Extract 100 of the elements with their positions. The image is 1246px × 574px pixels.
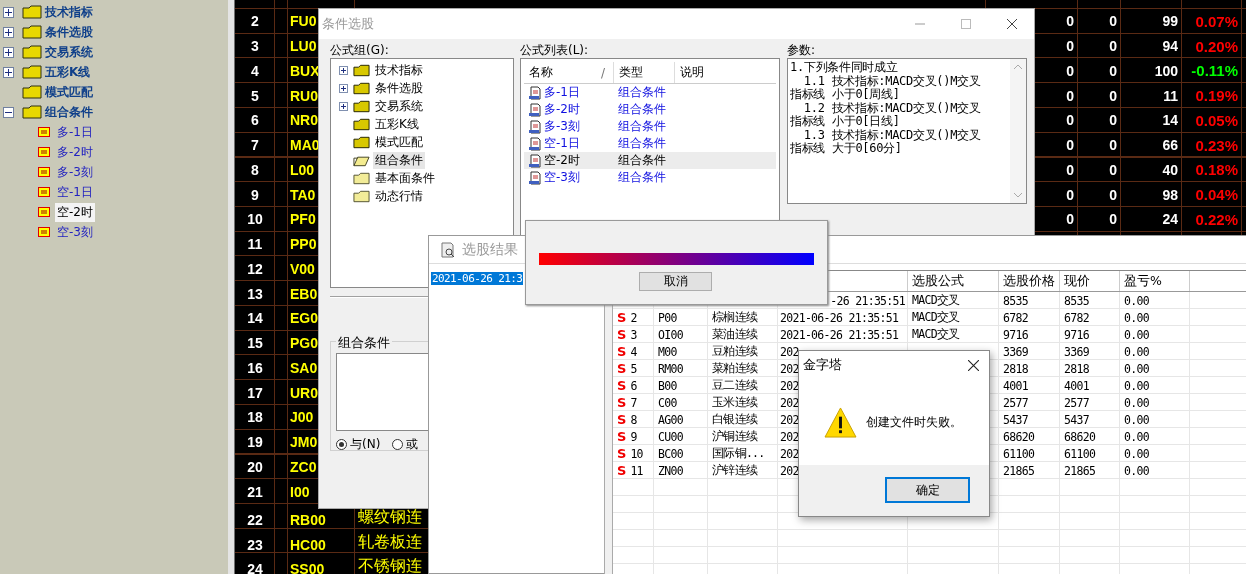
column-header[interactable]: 说明 [675, 62, 776, 83]
table-cell: 0 [1109, 211, 1117, 228]
tree-item[interactable]: 交易系统 [373, 97, 425, 115]
column-header[interactable]: 现价 [1064, 272, 1090, 290]
formula-icon [38, 207, 50, 217]
expand-icon[interactable] [3, 66, 14, 78]
table-cell: 0 [1066, 87, 1074, 104]
row-number: 13 [246, 284, 264, 304]
close-icon[interactable] [968, 360, 979, 371]
table-cell: 0 [1109, 186, 1117, 203]
list-row[interactable]: 空-3刻 组合条件 [524, 169, 776, 186]
expand-icon[interactable] [339, 83, 348, 93]
cancel-button[interactable]: 取消 [639, 272, 712, 291]
row-number: 18 [246, 408, 264, 428]
window-title: 金字塔 [803, 357, 842, 374]
collapse-icon[interactable] [3, 106, 14, 118]
signal-mark: S [617, 310, 627, 325]
column-header[interactable]: 选股公式 [912, 272, 964, 290]
column-header[interactable]: 名称 / [524, 62, 614, 83]
tree-item[interactable]: 多-2时 [55, 142, 95, 162]
tree-item[interactable]: 技术指标 [45, 3, 93, 21]
tree-item[interactable]: 空-1日 [55, 182, 95, 202]
row-number: 4 [250, 61, 260, 81]
radio-button[interactable]: 与(N) [336, 436, 381, 453]
expand-icon[interactable] [3, 26, 14, 38]
row-number: 2 [250, 12, 260, 32]
expand-icon[interactable] [339, 101, 348, 111]
tree-item[interactable]: 技术指标 [373, 61, 425, 79]
table-cell: 0.00 [1124, 327, 1149, 342]
table-cell: 61100 [1003, 446, 1035, 461]
table-cell: OI00 [658, 327, 683, 342]
tree-item[interactable]: 条件选股 [45, 23, 93, 41]
column-header[interactable]: 类型 [614, 62, 675, 83]
table-cell: 202 [780, 412, 799, 427]
expand-icon[interactable] [339, 65, 348, 75]
tree-item[interactable]: 模式匹配 [45, 83, 93, 101]
column-header[interactable]: 盈亏% [1124, 272, 1162, 290]
tree-item[interactable]: 五彩K线 [45, 63, 91, 81]
table-cell: 5437 [1064, 412, 1089, 427]
text-area[interactable] [336, 353, 428, 431]
table-cell: 202 [780, 378, 799, 393]
table-cell: 0 [1066, 62, 1074, 79]
contract-code: RU0 [290, 87, 318, 104]
change-percent: 0.05% [1195, 111, 1238, 129]
table-cell: AG00 [658, 412, 683, 427]
tree-item[interactable]: 多-3刻 [55, 162, 95, 182]
magnifier-document-icon [440, 241, 456, 258]
tree-item[interactable]: 动态行情 [373, 187, 425, 205]
expand-icon[interactable] [3, 46, 14, 58]
contract-code: EB0 [290, 285, 318, 302]
tree-item[interactable]: 模式匹配 [373, 133, 425, 151]
table-cell: 6782 [1064, 310, 1089, 325]
tree-item[interactable]: 空-3刻 [55, 222, 95, 242]
tree-item[interactable]: 基本面条件 [373, 169, 437, 187]
list-row[interactable]: 多-2时 组合条件 [524, 101, 776, 118]
window-title: 条件选股 [322, 15, 374, 33]
table-cell: 菜油连续 [712, 327, 758, 342]
table-cell: 14 [1162, 112, 1178, 129]
list-item[interactable]: 2021-06-26 21:3 [431, 272, 524, 285]
list-row[interactable]: 空-2时 组合条件 [524, 152, 776, 169]
list-row[interactable]: 空-1日 组合条件 [524, 135, 776, 152]
warning-icon [824, 407, 857, 438]
signal-mark: S [617, 429, 627, 444]
pane-splitter[interactable] [228, 0, 235, 574]
table-cell: 21865 [1064, 463, 1096, 478]
tree-item[interactable]: 组合条件 [373, 151, 425, 169]
contract-code: TA0 [290, 186, 316, 203]
signal-mark: S [617, 327, 627, 342]
group-title: 组合条件 [336, 334, 392, 352]
radio-button[interactable]: 或 [392, 436, 419, 453]
tree-item[interactable]: 空-2时 [55, 202, 95, 222]
table-cell: 0 [1109, 112, 1117, 129]
folder-icon [22, 105, 42, 119]
folder-icon [22, 85, 42, 99]
tree-item[interactable]: 交易系统 [45, 43, 93, 61]
contract-code: LU0 [290, 38, 317, 55]
table-cell: 4001 [1003, 378, 1028, 393]
field-label: 参数: [787, 42, 817, 58]
tree-item[interactable]: 组合条件 [45, 103, 93, 121]
expand-icon[interactable] [3, 6, 14, 18]
table-cell: 0.00 [1124, 293, 1149, 308]
tree-item[interactable]: 五彩K线 [373, 115, 421, 133]
ok-button[interactable]: 确定 [885, 477, 970, 503]
column-header[interactable]: 选股价格 [1003, 272, 1055, 290]
row-number: 15 [246, 334, 264, 354]
tree-item[interactable]: 多-1日 [55, 122, 95, 142]
table-cell: 菜粕连续 [712, 361, 758, 376]
contract-name: 螺纹钢连 [358, 506, 422, 527]
table-cell: -26 21:35:51 [830, 293, 905, 308]
table-cell: 玉米连续 [712, 395, 758, 410]
tree-item[interactable]: 条件选股 [373, 79, 425, 97]
contract-name: 不锈钢连 [358, 556, 422, 574]
list-row[interactable]: 多-1日 组合条件 [524, 84, 776, 101]
change-percent: 0.19% [1195, 87, 1238, 105]
table-cell: 0 [1066, 38, 1074, 55]
close-icon[interactable] [1007, 19, 1017, 29]
list-row[interactable]: 多-3刻 组合条件 [524, 118, 776, 135]
parameters-text: 1.下列条件同时成立 1.1 技术指标:MACD交叉()M交叉 指标线 小于0[周线] 1.2 技术指标:MACD交叉()M交叉 指标线 小于0[日线] 1.3 技术指标:MACD交叉()M交叉 指标线 大于0[60分] [789, 59, 982, 157]
table-cell: 6782 [1003, 310, 1028, 325]
formula-icon [38, 187, 50, 197]
